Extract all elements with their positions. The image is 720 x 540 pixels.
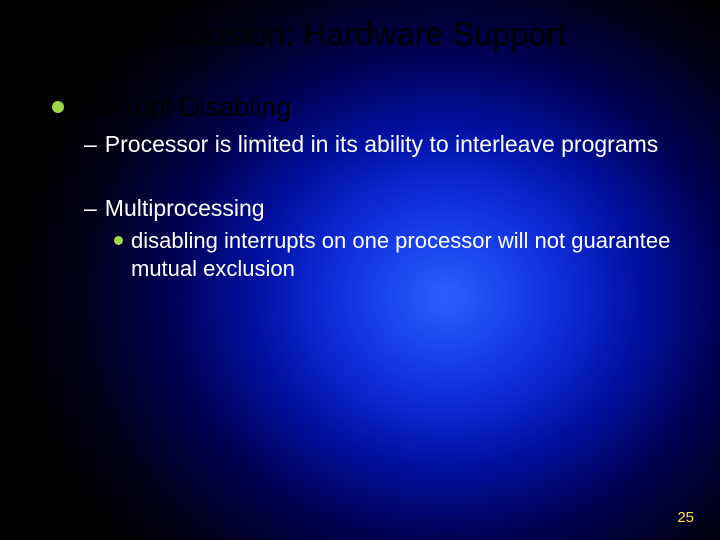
spacer	[52, 163, 680, 191]
bullet-level2: – Processor is limited in its ability to…	[84, 129, 680, 159]
page-number: 25	[677, 509, 694, 526]
slide: Mutual Exclusion: Hardware Support Inter…	[0, 0, 720, 540]
bullet-level1-text: Interrupt Disabling	[72, 92, 291, 123]
bullet-level1: Interrupt Disabling	[52, 92, 680, 123]
bullet-level2-text: Multiprocessing	[105, 193, 265, 223]
bullet-level3-text: disabling interrupts on one processor wi…	[131, 227, 680, 283]
bullet-icon	[114, 236, 123, 245]
bullet-icon	[52, 101, 64, 113]
bullet-level2-text: Processor is limited in its ability to i…	[105, 129, 658, 159]
bullet-level3: disabling interrupts on one processor wi…	[114, 227, 680, 283]
bullet-level2: – Multiprocessing	[84, 193, 680, 223]
slide-body: Interrupt Disabling – Processor is limit…	[52, 92, 680, 283]
dash-icon: –	[84, 129, 97, 159]
dash-icon: –	[84, 193, 97, 223]
slide-title: Mutual Exclusion: Hardware Support	[40, 16, 700, 53]
